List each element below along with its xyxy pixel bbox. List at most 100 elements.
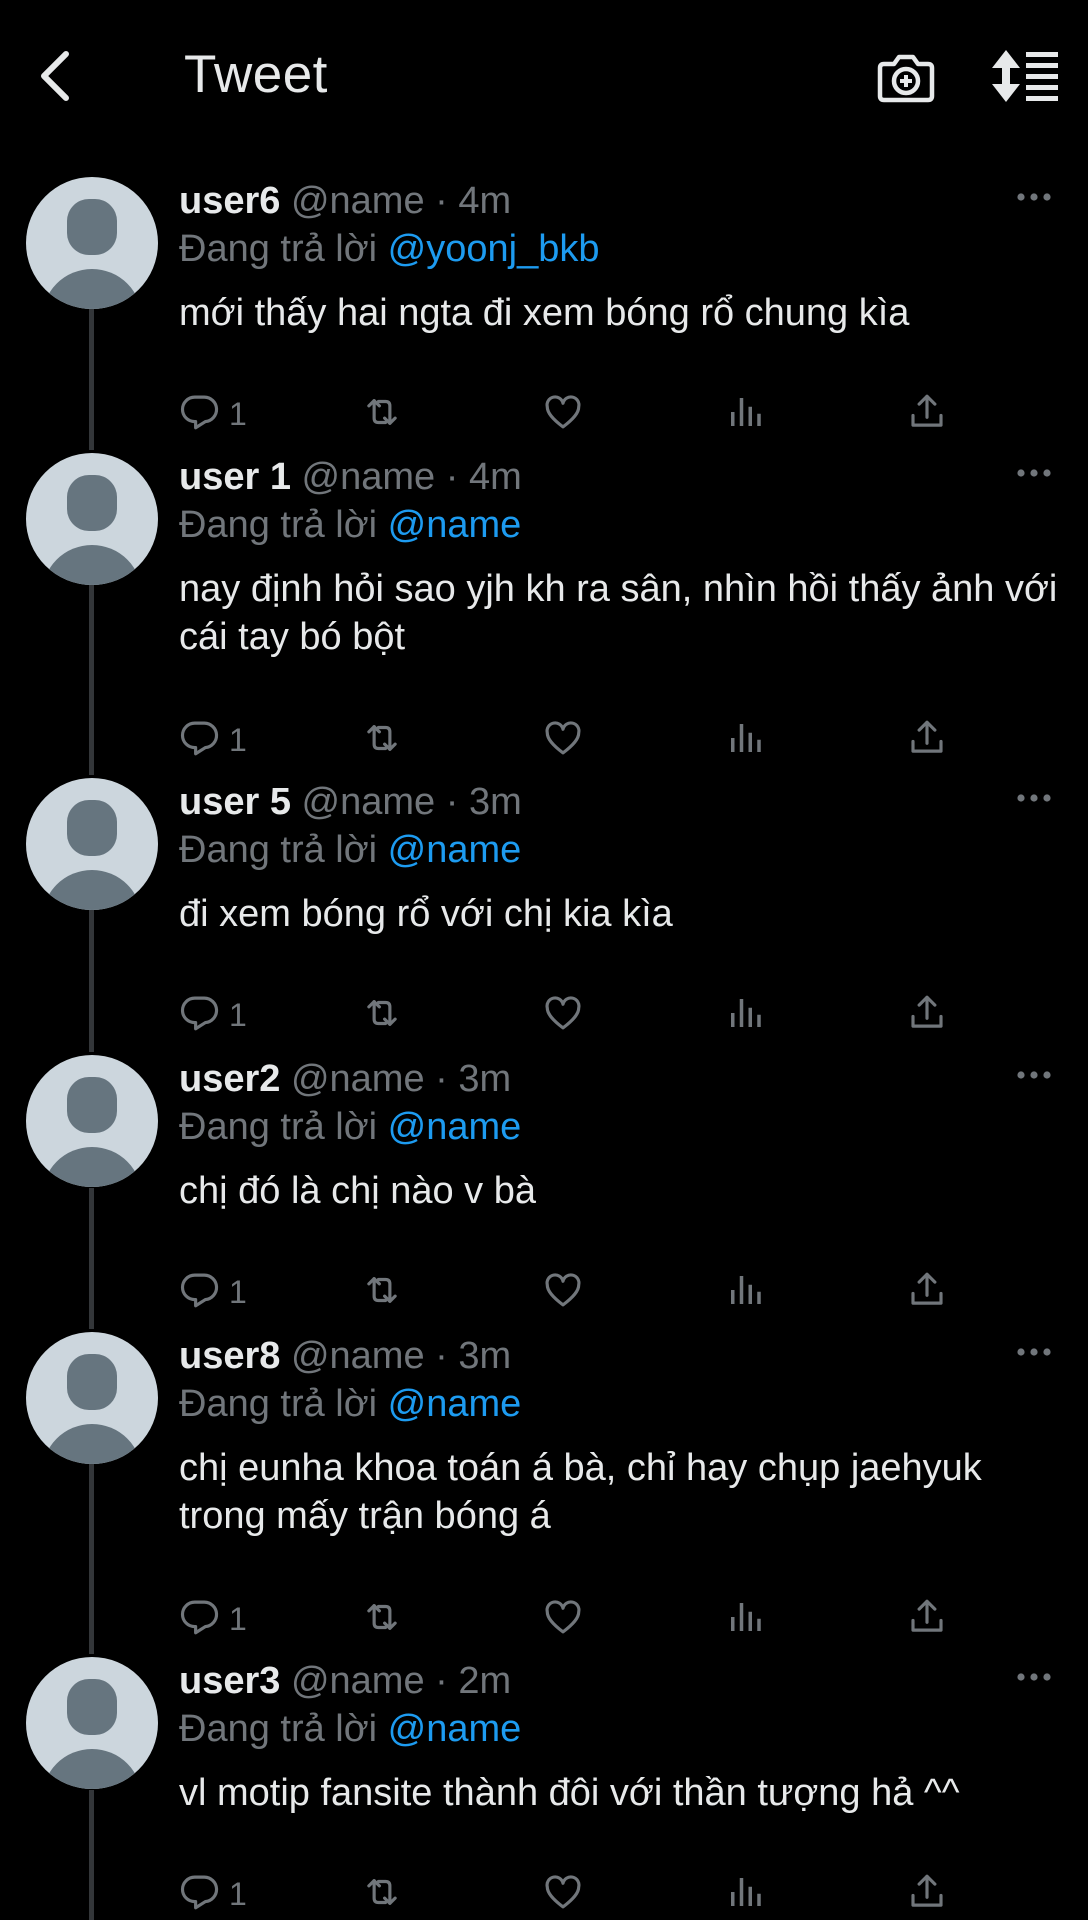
like-button[interactable] <box>542 1268 584 1316</box>
separator-dot: · <box>435 1660 448 1702</box>
retweet-icon <box>361 1596 403 1643</box>
analytics-button[interactable] <box>724 1268 766 1316</box>
share-button[interactable] <box>906 390 948 438</box>
analytics-button[interactable] <box>724 1595 766 1643</box>
separator-dot: · <box>435 1335 448 1377</box>
retweet-button[interactable] <box>361 1595 403 1643</box>
replying-to-line: Đang trả lời @name <box>179 828 521 872</box>
tweet-meta: user8 @name · 3m <box>179 1334 511 1378</box>
reply-count: 1 <box>229 1875 247 1912</box>
reply-icon <box>179 1269 221 1316</box>
thread-connector-line <box>89 910 94 1052</box>
replying-to-label: Đang trả lời <box>179 1708 378 1750</box>
mention-link[interactable]: @name <box>388 829 522 871</box>
share-button[interactable] <box>906 1870 948 1918</box>
reply-icon <box>179 992 221 1039</box>
share-button[interactable] <box>906 716 948 764</box>
avatar[interactable] <box>26 177 158 309</box>
retweet-button[interactable] <box>361 390 403 438</box>
tweet-actions: 1 <box>179 1268 979 1316</box>
camera-button[interactable] <box>876 48 936 108</box>
back-button[interactable] <box>36 48 76 104</box>
analytics-icon <box>724 717 766 764</box>
separator-dot: · <box>445 456 459 498</box>
tweet-meta: user 5 @name · 3m <box>179 780 522 824</box>
tweet-actions: 1 <box>179 991 979 1039</box>
username[interactable]: user2 <box>179 1058 280 1100</box>
more-options-button[interactable] <box>1016 1067 1052 1083</box>
replying-to-line: Đang trả lời @name <box>179 1105 521 1149</box>
reply-button[interactable]: 1 <box>179 1595 247 1643</box>
reply-button[interactable]: 1 <box>179 716 247 764</box>
username[interactable]: user 1 <box>179 456 291 498</box>
like-button[interactable] <box>542 1870 584 1918</box>
retweet-button[interactable] <box>361 1268 403 1316</box>
like-button[interactable] <box>542 716 584 764</box>
avatar[interactable] <box>26 1332 158 1464</box>
reply-button[interactable]: 1 <box>179 1268 247 1316</box>
reply-count: 1 <box>229 721 247 758</box>
more-options-button[interactable] <box>1016 189 1052 205</box>
avatar[interactable] <box>26 778 158 910</box>
separator-dot: · <box>445 781 459 823</box>
retweet-button[interactable] <box>361 716 403 764</box>
avatar[interactable] <box>26 453 158 585</box>
like-button[interactable] <box>542 1595 584 1643</box>
more-options-button[interactable] <box>1016 1344 1052 1360</box>
retweet-icon <box>361 1269 403 1316</box>
like-button[interactable] <box>542 390 584 438</box>
tweet-text: chị eunha khoa toán á bà, chỉ hay chụp j… <box>179 1447 982 1537</box>
username[interactable]: user8 <box>179 1335 280 1377</box>
more-options-button[interactable] <box>1016 790 1052 806</box>
reply-button[interactable]: 1 <box>179 1870 247 1918</box>
share-button[interactable] <box>906 991 948 1039</box>
tweet-text: vl motip fansite thành đôi với thần tượn… <box>179 1772 960 1814</box>
page-title: Tweet <box>184 45 328 104</box>
mention-link[interactable]: @yoonj_bkb <box>388 228 600 270</box>
mention-link[interactable]: @name <box>388 1106 522 1148</box>
share-icon <box>906 1871 948 1918</box>
reply-button[interactable]: 1 <box>179 390 247 438</box>
avatar[interactable] <box>26 1657 158 1789</box>
share-button[interactable] <box>906 1595 948 1643</box>
analytics-icon <box>724 1596 766 1643</box>
timestamp: 4m <box>468 456 522 498</box>
analytics-button[interactable] <box>724 390 766 438</box>
share-button[interactable] <box>906 1268 948 1316</box>
like-button[interactable] <box>542 991 584 1039</box>
mention-link[interactable]: @name <box>388 1708 522 1750</box>
analytics-button[interactable] <box>724 716 766 764</box>
sort-replies-button[interactable] <box>992 48 1060 104</box>
username[interactable]: user6 <box>179 180 280 222</box>
user-handle: @name <box>290 1660 425 1702</box>
avatar[interactable] <box>26 1055 158 1187</box>
tweet-meta: user6 @name · 4m <box>179 179 511 223</box>
more-options-button[interactable] <box>1016 465 1052 481</box>
retweet-button[interactable] <box>361 1870 403 1918</box>
mention-link[interactable]: @name <box>388 504 522 546</box>
more-horizontal-icon <box>1017 794 1051 802</box>
replying-to-label: Đang trả lời <box>179 829 378 871</box>
retweet-button[interactable] <box>361 991 403 1039</box>
tweet-actions: 1 <box>179 1595 979 1643</box>
replying-to-label: Đang trả lời <box>179 504 378 546</box>
reply-count: 1 <box>229 1600 247 1637</box>
tweet-meta: user2 @name · 3m <box>179 1057 511 1101</box>
analytics-button[interactable] <box>724 991 766 1039</box>
tweet-meta: user3 @name · 2m <box>179 1659 511 1703</box>
analytics-button[interactable] <box>724 1870 766 1918</box>
replying-to-label: Đang trả lời <box>179 1106 378 1148</box>
more-options-button[interactable] <box>1016 1669 1052 1685</box>
reply-button[interactable]: 1 <box>179 991 247 1039</box>
mention-link[interactable]: @name <box>388 1383 522 1425</box>
user-handle: @name <box>290 180 425 222</box>
user-handle: @name <box>301 456 436 498</box>
tweet-text: nay định hỏi sao yjh kh ra sân, nhìn hồi… <box>179 568 1058 658</box>
username[interactable]: user3 <box>179 1660 280 1702</box>
user-handle: @name <box>290 1335 425 1377</box>
reply-count: 1 <box>229 395 247 432</box>
more-horizontal-icon <box>1017 193 1051 201</box>
retweet-icon <box>361 391 403 438</box>
thread-connector-line <box>89 584 94 775</box>
username[interactable]: user 5 <box>179 781 291 823</box>
